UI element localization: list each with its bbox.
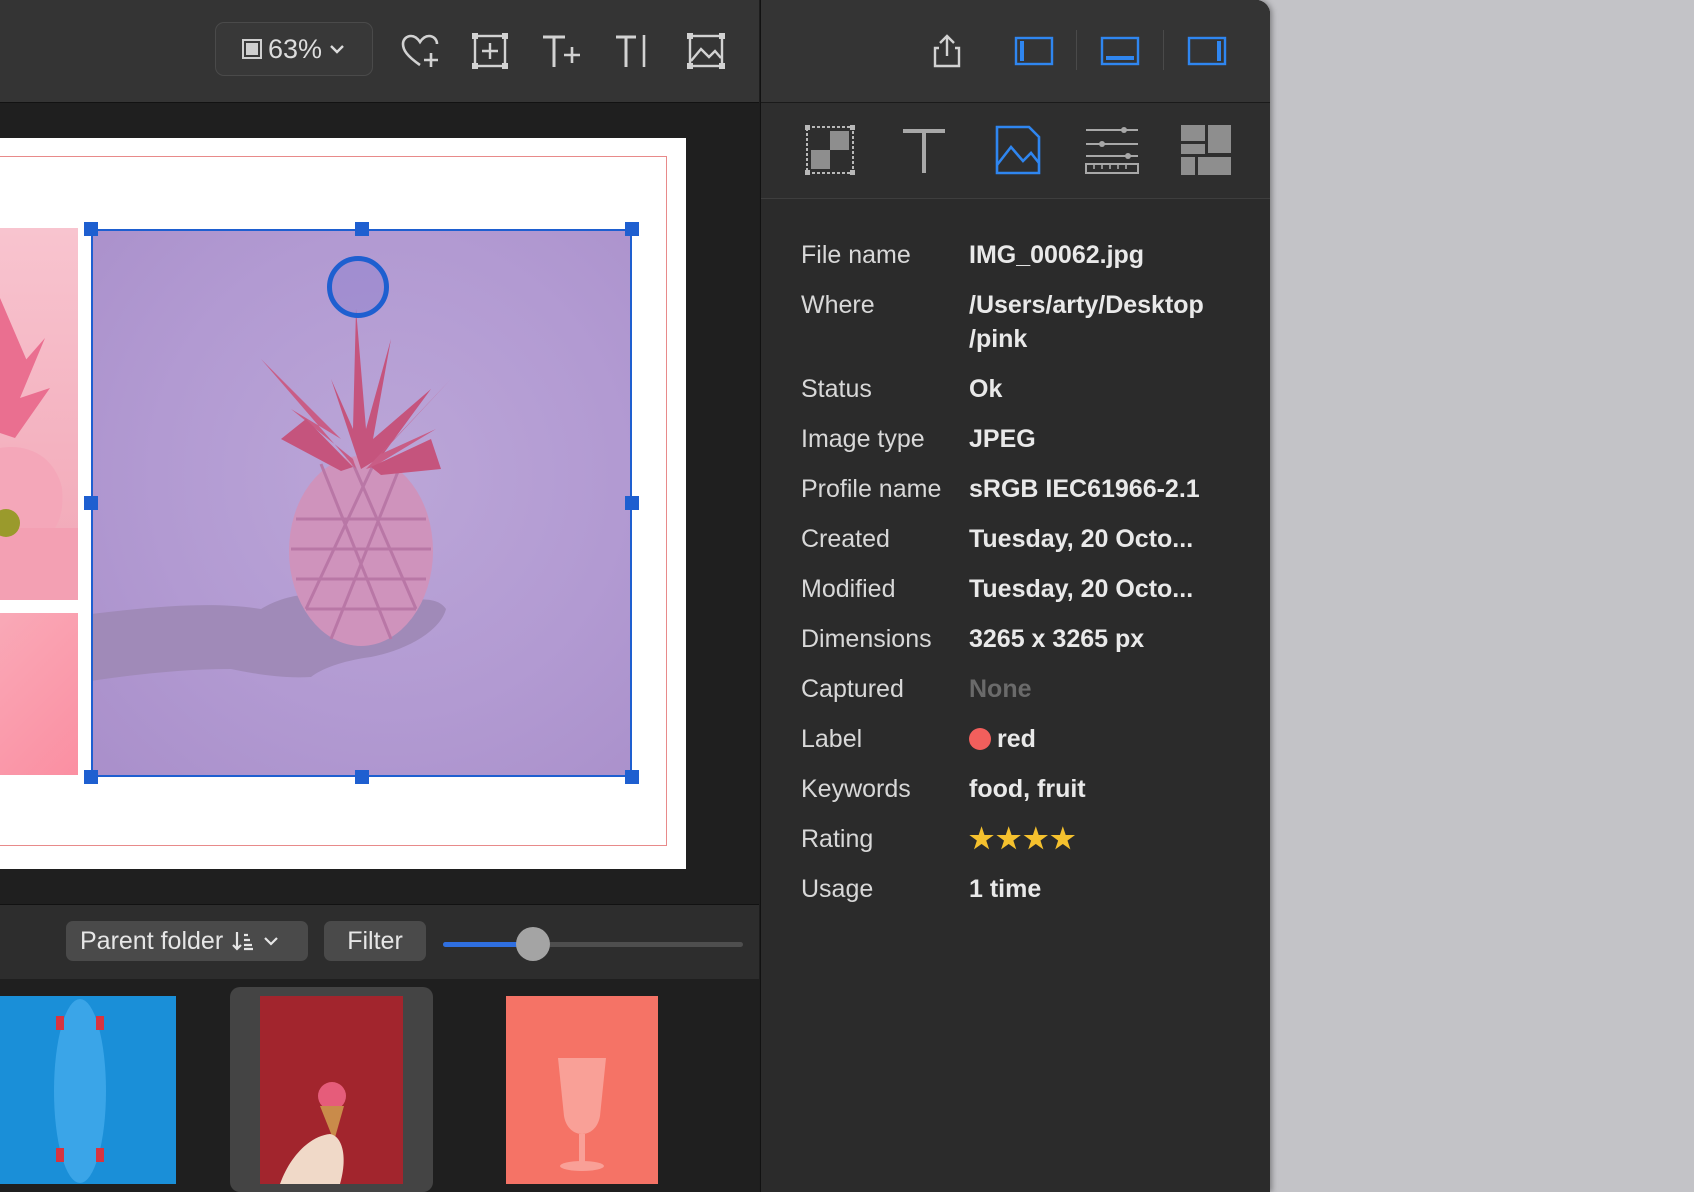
info-key: Usage: [801, 875, 874, 903]
info-value: JPEG: [969, 425, 1036, 453]
info-row-dimensions: Dimensions 3265 x 3265 px: [801, 622, 1251, 656]
toggle-bottom-panel-icon[interactable]: [1097, 28, 1143, 74]
info-row-keywords: Keywords food, fruit: [801, 772, 1251, 806]
image-icon: [995, 125, 1041, 175]
info-row-status: Status Ok: [801, 372, 1251, 406]
sort-label: Parent folder: [80, 926, 224, 955]
zoom-dropdown[interactable]: 63%: [215, 22, 373, 76]
filter-label: Filter: [347, 926, 403, 955]
thumbnail-strip: [0, 979, 759, 1192]
info-value: sRGB IEC61966-2.1: [969, 475, 1200, 503]
browser-toolbar: Parent folder Filter: [0, 904, 759, 980]
sliders-ruler-icon: [1085, 127, 1139, 174]
thumbnail-ice-cream[interactable]: [260, 996, 403, 1184]
info-value: Ok: [969, 375, 1003, 403]
text-icon: [903, 129, 945, 173]
tab-text[interactable]: [893, 119, 955, 181]
tab-templates[interactable]: [1175, 119, 1237, 181]
canvas-area: [0, 103, 759, 903]
star-rating[interactable]: ★★★★: [969, 822, 1077, 856]
thumbnail-glass[interactable]: [506, 996, 658, 1184]
resize-handle-bottom[interactable]: [355, 770, 369, 784]
sort-icon: [232, 932, 254, 951]
resize-handle-top[interactable]: [355, 222, 369, 236]
app-window: 63% Parent folder Filter File name IMG_0…: [0, 0, 1270, 1192]
info-row-captured: Captured None: [801, 672, 1251, 706]
resize-handle-left[interactable]: [84, 496, 98, 510]
info-key: Created: [801, 525, 890, 553]
resize-handle-bottom-right[interactable]: [625, 770, 639, 784]
toolbar-divider: [1076, 30, 1077, 70]
layout-grid-icon: [805, 125, 855, 175]
filter-button[interactable]: Filter: [324, 921, 426, 961]
info-key: Profile name: [801, 475, 942, 503]
info-row-where: Where/Users/arty/Desktop /pink: [801, 288, 1251, 356]
info-value: 1 time: [969, 875, 1042, 903]
editor-pane: 63% Parent folder Filter: [0, 0, 759, 1192]
info-row-created: Created Tuesday, 20 Octo...: [801, 522, 1251, 556]
resize-handle-top-left[interactable]: [84, 222, 98, 236]
info-row-file-name: File name IMG_00062.jpg: [801, 238, 1251, 272]
label-color-dot: [969, 728, 991, 750]
info-key: Keywords: [801, 775, 911, 803]
info-key: Captured: [801, 675, 904, 703]
info-value[interactable]: food, fruit: [969, 772, 1086, 806]
thumbnail-size-slider-knob[interactable]: [516, 927, 550, 961]
info-row-label: Label red: [801, 722, 1251, 756]
info-row-usage: Usage 1 time: [801, 872, 1251, 906]
zoom-value: 63%: [267, 33, 323, 64]
info-key: Dimensions: [801, 625, 932, 653]
info-key: Modified: [801, 575, 896, 603]
share-icon[interactable]: [924, 28, 970, 74]
toolbar-divider: [1163, 30, 1164, 70]
info-key: Rating: [801, 825, 874, 853]
info-value: 3265 x 3265 px: [969, 625, 1145, 653]
info-row-modified: Modified Tuesday, 20 Octo...: [801, 572, 1251, 606]
info-value: None: [969, 675, 1032, 703]
resize-handle-bottom-left[interactable]: [84, 770, 98, 784]
editor-toolbar: 63%: [0, 0, 759, 103]
resize-handle-top-right[interactable]: [625, 222, 639, 236]
info-value: Tuesday, 20 Octo...: [969, 525, 1194, 553]
add-frame-icon[interactable]: [467, 28, 513, 74]
sort-dropdown[interactable]: Parent folder: [66, 921, 308, 961]
info-key: Image type: [801, 425, 925, 453]
page-icon: [241, 39, 262, 59]
add-image-frame-icon[interactable]: [683, 28, 729, 74]
info-row-image-type: Image type JPEG: [801, 422, 1251, 456]
info-value: IMG_00062.jpg: [969, 241, 1145, 269]
resize-handle-right[interactable]: [625, 496, 639, 510]
info-value[interactable]: /Users/arty/Desktop /pink: [969, 288, 1249, 356]
tab-layout[interactable]: [799, 119, 861, 181]
inspector-toolbar: [761, 0, 1270, 103]
inspector-pane: File name IMG_00062.jpg Where/Users/arty/…: [760, 0, 1270, 1192]
info-key: Label: [801, 725, 863, 753]
pineapple-image-left[interactable]: [0, 228, 78, 600]
label-value[interactable]: red: [969, 722, 1036, 756]
text-cursor-icon[interactable]: [609, 28, 655, 74]
image-pan-handle[interactable]: [327, 256, 389, 318]
pink-image-left-bottom[interactable]: [0, 613, 78, 775]
toggle-right-sidebar-icon[interactable]: [1184, 28, 1230, 74]
inspector-tabs: [761, 103, 1270, 199]
thumbnail-skateboard[interactable]: [0, 996, 176, 1184]
image-info-list: File name IMG_00062.jpg Where/Users/arty/…: [801, 238, 1251, 922]
label-text: red: [997, 725, 1036, 753]
chevron-down-icon: [264, 937, 278, 946]
layout-page: [0, 138, 686, 869]
info-key: Status: [801, 375, 872, 403]
info-key: File name: [801, 241, 911, 269]
chevron-down-icon: [330, 45, 344, 54]
tab-adjustments[interactable]: [1081, 119, 1143, 181]
info-row-profile-name: Profile name sRGB IEC61966-2.1: [801, 472, 1251, 506]
info-value: Tuesday, 20 Octo...: [969, 575, 1194, 603]
add-favorite-icon[interactable]: [397, 28, 443, 74]
mosaic-icon: [1181, 125, 1231, 175]
add-text-icon[interactable]: [538, 28, 584, 74]
info-row-rating: Rating ★★★★: [801, 822, 1251, 856]
toggle-left-sidebar-icon[interactable]: [1011, 28, 1057, 74]
tab-image[interactable]: [987, 119, 1049, 181]
info-key: Where: [801, 291, 875, 319]
